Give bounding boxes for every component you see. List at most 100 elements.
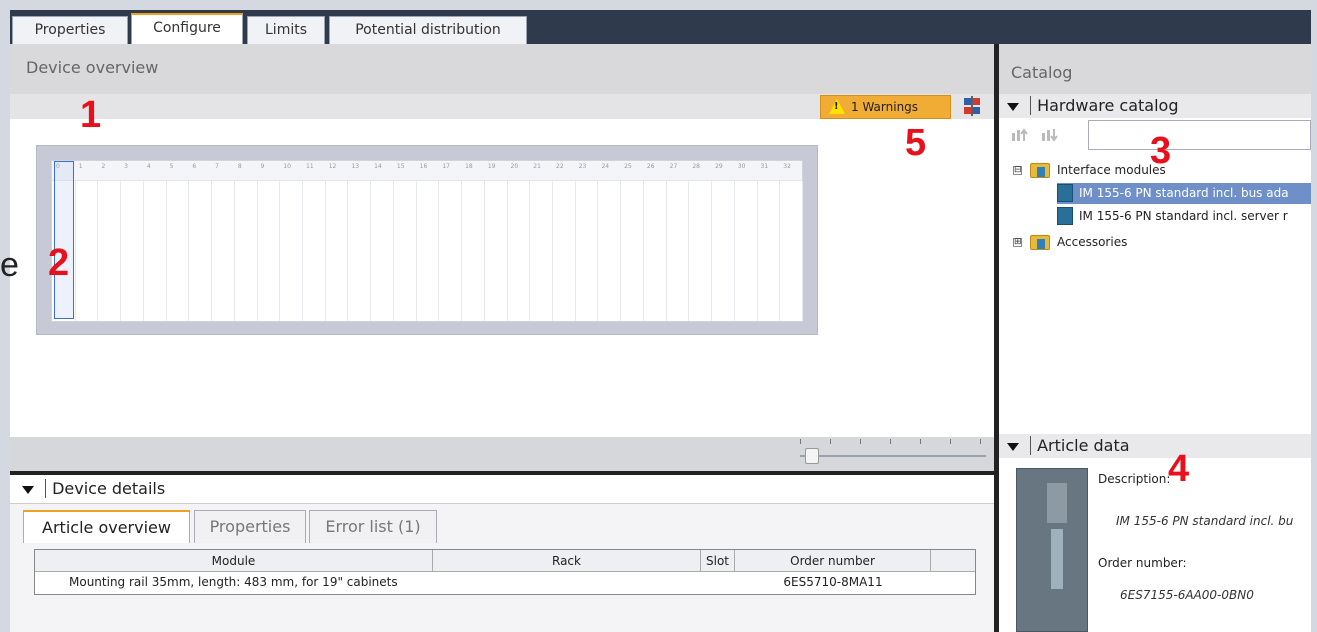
tree-item-im155-server[interactable]: IM 155-6 PN standard incl. server r [1057, 206, 1311, 227]
subtab-properties[interactable]: Properties [194, 510, 306, 543]
zoom-tick [920, 439, 921, 444]
filter-down-icon[interactable] [1041, 128, 1059, 142]
slot-divider [483, 181, 485, 321]
frame-right [1311, 0, 1317, 632]
frame-top [0, 0, 1317, 10]
slot-number: 3 [124, 163, 128, 170]
warning-exclamation: ! [834, 101, 839, 112]
warnings-button[interactable]: ! 1 Warnings [820, 95, 951, 119]
zoom-tick [800, 439, 801, 444]
slot-divider [188, 181, 190, 321]
column-header-order-number[interactable]: Order number [735, 550, 931, 572]
slot-divider [574, 181, 576, 321]
tab-limits[interactable]: Limits [247, 16, 325, 44]
slot-divider [120, 181, 122, 321]
slot-number: 10 [283, 163, 291, 170]
slot-divider [392, 181, 394, 321]
module-product-image [1016, 468, 1088, 632]
table-cell-order-number[interactable]: 6ES5710-8MA11 [735, 572, 931, 592]
slot-divider [597, 181, 599, 321]
slot-divider [370, 181, 372, 321]
catalog-tree: ⊟ Interface modules IM 155-6 PN standard… [999, 152, 1311, 432]
tab-configure[interactable]: Configure [131, 13, 243, 44]
slot-divider [324, 181, 326, 321]
article-data-header[interactable]: Article data [999, 434, 1311, 458]
slot-number: 12 [328, 163, 337, 170]
column-header-rack[interactable]: Rack [433, 550, 701, 572]
tree-item-accessories[interactable]: ⊞ Accessories [1013, 232, 1311, 253]
slot-number: 5 [169, 163, 174, 170]
description-label: Description: [1098, 472, 1171, 486]
network-view-icon[interactable] [962, 96, 982, 116]
slot-number: 15 [396, 163, 405, 170]
tree-item-im155-bus-adapter[interactable]: IM 155-6 PN standard incl. bus ada [1057, 183, 1311, 204]
zoom-tick [950, 439, 951, 444]
table-cell-module[interactable]: Mounting rail 35mm, length: 483 mm, for … [69, 572, 433, 592]
catalog-title: Catalog [999, 44, 1311, 94]
module-image-detail [1051, 529, 1063, 589]
hardware-catalog-title: Hardware catalog [1030, 96, 1179, 115]
slot-number: 16 [419, 163, 428, 170]
collapse-triangle-icon [1007, 443, 1019, 451]
annotation-4: 4 [1168, 448, 1190, 490]
slot-number: 31 [760, 163, 769, 170]
warnings-label: 1 Warnings [851, 100, 919, 114]
filter-up-icon[interactable] [1011, 128, 1029, 142]
slot-divider [461, 181, 463, 321]
annotation-2: 2 [48, 242, 70, 284]
catalog-search-input[interactable] [1088, 120, 1311, 150]
slot-divider [347, 181, 349, 321]
slot-divider [97, 181, 99, 321]
slot-divider [279, 181, 281, 321]
slot-divider [506, 181, 508, 321]
tab-potential-distribution[interactable]: Potential distribution [329, 16, 527, 44]
device-details-header[interactable]: Device details [10, 475, 994, 503]
slot-divider [733, 181, 735, 321]
slot-number: 24 [601, 163, 610, 170]
tab-properties[interactable]: Properties [12, 16, 128, 44]
collapse-icon[interactable]: ⊟ [1013, 166, 1022, 175]
slot-divider [211, 181, 213, 321]
slot-number: 4 [146, 163, 151, 170]
table-cell-slot[interactable] [701, 572, 735, 592]
collapse-triangle-icon [22, 486, 34, 494]
slot-number: 11 [306, 163, 314, 170]
tree-item-label: IM 155-6 PN standard incl. bus ada [1079, 186, 1289, 200]
zoom-tick [830, 439, 831, 444]
column-header-module[interactable]: Module [35, 550, 433, 572]
slot-number: 13 [351, 163, 360, 170]
slot-number: 2 [101, 163, 106, 170]
description-value: IM 155-6 PN standard incl. bu [1116, 514, 1294, 528]
annotation-3: 3 [1150, 130, 1172, 172]
slot-divider [756, 181, 758, 321]
slot-number: 32 [783, 163, 791, 170]
device-details-title: Device details [45, 479, 166, 498]
slot-divider [256, 181, 258, 321]
hardware-catalog-header[interactable]: Hardware catalog [999, 94, 1311, 118]
slot-number: 9 [260, 163, 265, 170]
slot-divider [142, 181, 144, 321]
expand-icon[interactable]: ⊞ [1013, 238, 1022, 247]
column-header-slot[interactable]: Slot [701, 550, 735, 572]
device-overview-title: Device overview [10, 44, 994, 94]
slot-divider [529, 181, 531, 321]
module-icon [1057, 184, 1073, 202]
subtab-article-overview[interactable]: Article overview [23, 510, 190, 543]
slot-divider [642, 181, 644, 321]
slot-number: 18 [465, 163, 473, 170]
selected-slot-0[interactable] [54, 161, 74, 319]
article-data-title: Article data [1030, 436, 1130, 455]
slot-number: 21 [533, 163, 541, 170]
slot-number: 29 [715, 163, 723, 170]
slot-number: 14 [374, 163, 382, 170]
tree-item-label: IM 155-6 PN standard incl. server r [1079, 209, 1288, 223]
slot-divider [165, 181, 167, 321]
order-number-value: 6ES7155-6AA00-0BN0 [1120, 588, 1254, 602]
zoom-slider-thumb[interactable] [805, 448, 819, 464]
zoom-slider-track[interactable] [800, 455, 986, 457]
subtab-error-list[interactable]: Error list (1) [309, 510, 437, 543]
table-cell-rack[interactable] [433, 572, 701, 592]
slot-divider [620, 181, 622, 321]
device-overview-footer [10, 437, 994, 471]
zoom-tick [890, 439, 891, 444]
